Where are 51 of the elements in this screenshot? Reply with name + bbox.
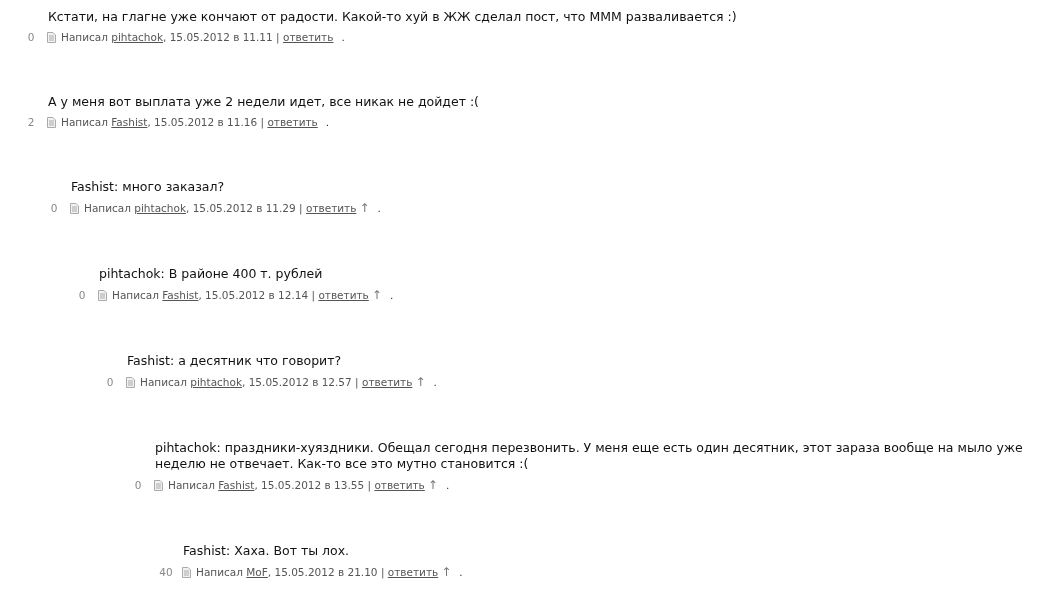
comment-text: Кстати, на глагне уже кончают от радости. Какой-то хуй в ЖЖ сделал пост, что МММ разваливается :)	[48, 9, 738, 25]
parent-link[interactable]: ↑	[427, 478, 438, 492]
comment-score: 2	[26, 116, 36, 128]
comment-meta: Написал pihtachok, 15.05.2012 в 11.29 | ответить	[84, 202, 357, 214]
author-link[interactable]: pihtachok	[111, 31, 163, 43]
comment-text: Fashist: а десятник что говорит?	[127, 353, 343, 369]
document-icon	[70, 202, 79, 214]
trailing-dot: .	[377, 202, 381, 214]
comment-meta: Написал Fashist, 15.05.2012 в 11.16 | ответить	[61, 116, 318, 128]
parent-link[interactable]: ↑	[441, 565, 452, 579]
trailing-dot: .	[325, 116, 330, 128]
document-icon	[154, 479, 163, 491]
document-icon	[182, 566, 191, 578]
comment-text: pihtachok: В районе 400 т. рублей	[99, 266, 324, 282]
comment-text: Fashist: много заказал?	[71, 179, 226, 195]
comment-text: Fashist: Хаха. Вот ты лох.	[183, 543, 351, 559]
reply-link[interactable]: ответить	[361, 376, 413, 388]
document-icon	[47, 116, 56, 128]
comment-score: 0	[77, 289, 87, 301]
author-link[interactable]: pihtachok	[134, 202, 186, 214]
reply-link[interactable]: ответить	[267, 116, 318, 128]
author-link[interactable]: MoF	[246, 566, 268, 578]
trailing-dot: .	[433, 376, 437, 388]
comment-score: 0	[105, 376, 115, 388]
comment-meta: Написал Fashist, 15.05.2012 в 13.55 | ответить	[168, 479, 425, 491]
comment-text: pihtachok: праздники-хуяздники. Обещал сегодня перезвонить. У меня еще есть один десятник, этот зараза вообще на мыло уже неделю не отвечает. Как-то все это мутно становится :(	[155, 440, 1024, 472]
comment-meta: Написал Fashist, 15.05.2012 в 12.14 | ответить	[112, 289, 369, 301]
trailing-dot: .	[389, 289, 394, 301]
comment-meta: Написал pihtachok, 15.05.2012 в 12.57 | ответить	[140, 376, 413, 388]
comment-score: 0	[49, 202, 59, 214]
comment-score: 0	[26, 31, 36, 43]
parent-link[interactable]: ↑	[371, 288, 382, 302]
comment-score: 40	[158, 566, 174, 578]
author-link[interactable]: pihtachok	[190, 376, 242, 388]
document-icon	[126, 376, 135, 388]
reply-link[interactable]: ответить	[305, 202, 357, 214]
comment-text: А у меня вот выплата уже 2 недели идет, все никак не дойдет :(	[48, 94, 480, 110]
document-icon	[47, 31, 56, 43]
trailing-dot: .	[459, 566, 463, 578]
document-icon	[98, 289, 107, 301]
parent-link[interactable]: ↑	[359, 201, 370, 215]
comment-meta: Написал pihtachok, 15.05.2012 в 11.11 | ответить	[61, 31, 334, 43]
reply-link[interactable]: ответить	[374, 479, 425, 491]
reply-link[interactable]: ответить	[282, 31, 334, 43]
trailing-dot: .	[445, 479, 450, 491]
reply-link[interactable]: ответить	[387, 566, 439, 578]
comment-score: 0	[133, 479, 143, 491]
trailing-dot: .	[341, 31, 345, 43]
comment-meta: Написал MoF, 15.05.2012 в 21.10 | ответить	[196, 566, 439, 578]
reply-link[interactable]: ответить	[318, 289, 369, 301]
parent-link[interactable]: ↑	[415, 375, 426, 389]
